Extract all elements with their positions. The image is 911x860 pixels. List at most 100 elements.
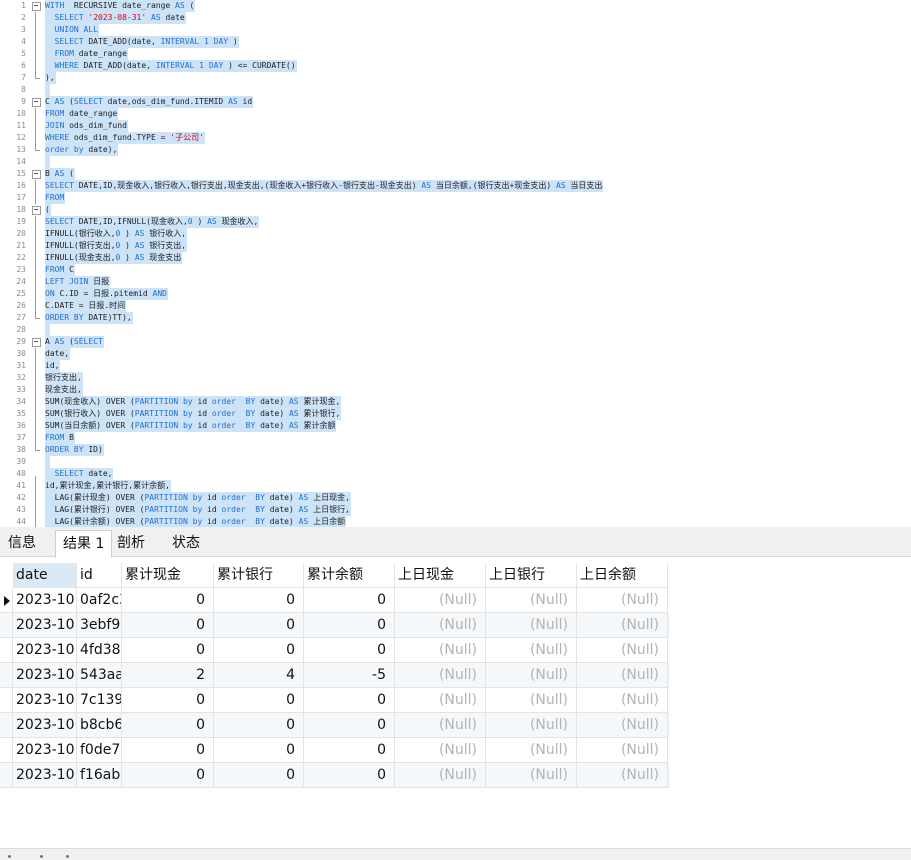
table-cell[interactable]: 0af2c3 xyxy=(77,588,122,613)
table-cell[interactable]: 2023-10 xyxy=(13,663,77,688)
code-line[interactable]: 19 SELECT DATE,ID,IFNULL(现金收入,0 ) AS 现金收入… xyxy=(0,216,911,228)
fold-toggle-icon[interactable] xyxy=(30,96,41,108)
table-row[interactable]: 2023-10 7c139 0 0 0 (Null) (Null) (Null) xyxy=(0,688,670,713)
table-cell[interactable]: 2023-10 xyxy=(13,638,77,663)
table-cell[interactable]: 0 xyxy=(122,688,214,713)
table-cell[interactable]: 0 xyxy=(214,713,304,738)
code-line[interactable]: 13 order by date), xyxy=(0,144,911,156)
table-cell[interactable]: (Null) xyxy=(395,663,486,688)
sql-editor[interactable]: 1 WITH RECURSIVE date_range AS (2 SELECT … xyxy=(0,0,911,527)
code-line[interactable]: 2 SELECT '2023-08-31' AS date xyxy=(0,12,911,24)
code-line[interactable]: 17 FROM xyxy=(0,192,911,204)
code-line[interactable]: 42 LAG(累计现金) OVER (PARTITION by id order… xyxy=(0,492,911,504)
column-header[interactable]: 累计余额 xyxy=(304,563,395,588)
table-cell[interactable]: 2 xyxy=(122,663,214,688)
table-cell[interactable]: 543aa xyxy=(77,663,122,688)
table-cell[interactable]: (Null) xyxy=(486,613,577,638)
table-row[interactable]: 2023-10 b8cb6 0 0 0 (Null) (Null) (Null) xyxy=(0,713,670,738)
code-line[interactable]: 29 A AS (SELECT xyxy=(0,336,911,348)
column-header[interactable]: 累计现金 xyxy=(122,563,214,588)
code-line[interactable]: 22 IFNULL(现金支出,0 ) AS 现金支出 xyxy=(0,252,911,264)
column-header[interactable]: 上日现金 xyxy=(395,563,486,588)
code-line[interactable]: 35 SUM(银行收入) OVER (PARTITION by id order … xyxy=(0,408,911,420)
code-line[interactable]: 5 FROM date_range xyxy=(0,48,911,60)
table-cell[interactable]: (Null) xyxy=(486,763,577,788)
table-cell[interactable]: (Null) xyxy=(486,688,577,713)
table-cell[interactable]: (Null) xyxy=(486,638,577,663)
code-line[interactable]: 34 SUM(现金收入) OVER (PARTITION by id order … xyxy=(0,396,911,408)
table-cell[interactable]: 2023-10 xyxy=(13,713,77,738)
table-cell[interactable]: 0 xyxy=(122,588,214,613)
table-row[interactable]: 2023-100af2c3000(Null)(Null)(Null) xyxy=(0,588,670,613)
table-cell[interactable]: 0 xyxy=(122,713,214,738)
code-line[interactable]: 23 FROM C xyxy=(0,264,911,276)
code-line[interactable]: 43 LAG(累计银行) OVER (PARTITION by id order… xyxy=(0,504,911,516)
code-line[interactable]: 25 ON C.ID = 日报.pitemid AND xyxy=(0,288,911,300)
code-line[interactable]: 3 UNION ALL xyxy=(0,24,911,36)
table-cell[interactable]: b8cb6 xyxy=(77,713,122,738)
row-selector[interactable] xyxy=(0,613,13,638)
table-cell[interactable]: (Null) xyxy=(395,613,486,638)
table-cell[interactable]: (Null) xyxy=(577,763,668,788)
table-cell[interactable]: 0 xyxy=(122,763,214,788)
table-cell[interactable]: 0 xyxy=(304,638,395,663)
table-cell[interactable]: 0 xyxy=(214,738,304,763)
tab-status[interactable]: 状态 xyxy=(165,530,207,557)
code-line[interactable]: 28 xyxy=(0,324,911,336)
code-line[interactable]: 39 xyxy=(0,456,911,468)
table-row[interactable]: 2023-10 3ebf9 0 0 0 (Null) (Null) (Null) xyxy=(0,613,670,638)
table-cell[interactable]: (Null) xyxy=(395,763,486,788)
row-selector[interactable] xyxy=(0,663,13,688)
code-line[interactable]: 15 B AS ( xyxy=(0,168,911,180)
code-line[interactable]: 1 WITH RECURSIVE date_range AS ( xyxy=(0,0,911,12)
column-header[interactable]: 上日余额 xyxy=(577,563,668,588)
fold-toggle-icon[interactable] xyxy=(30,0,41,12)
table-cell[interactable]: (Null) xyxy=(577,688,668,713)
table-cell[interactable]: f16ab xyxy=(77,763,122,788)
table-cell[interactable]: (Null) xyxy=(395,688,486,713)
table-cell[interactable]: (Null) xyxy=(395,713,486,738)
table-cell[interactable]: 2023-10 xyxy=(13,588,77,613)
code-line[interactable]: 9 C AS (SELECT date,ods_dim_fund.ITEMID A… xyxy=(0,96,911,108)
table-cell[interactable]: 0 xyxy=(304,688,395,713)
row-selector[interactable] xyxy=(0,638,13,663)
row-selector[interactable] xyxy=(0,688,13,713)
table-cell[interactable]: 2023-10 xyxy=(13,613,77,638)
code-line[interactable]: 14 xyxy=(0,156,911,168)
fold-toggle-icon[interactable] xyxy=(30,168,41,180)
table-cell[interactable]: 0 xyxy=(304,613,395,638)
code-line[interactable]: 38 ORDER BY ID) xyxy=(0,444,911,456)
table-row[interactable]: 2023-10 4fd38 0 0 0 (Null) (Null) (Null) xyxy=(0,638,670,663)
code-line[interactable]: 32 银行支出, xyxy=(0,372,911,384)
table-cell[interactable]: 0 xyxy=(214,613,304,638)
table-cell[interactable]: (Null) xyxy=(577,638,668,663)
code-line[interactable]: 41 id,累计现金,累计银行,累计余额, xyxy=(0,480,911,492)
table-cell[interactable]: 2023-10 xyxy=(13,763,77,788)
code-line[interactable]: 12 WHERE ods_dim_fund.TYPE = '子公司' xyxy=(0,132,911,144)
table-cell[interactable]: (Null) xyxy=(577,663,668,688)
table-cell[interactable]: (Null) xyxy=(486,588,577,613)
table-cell[interactable]: 0 xyxy=(304,738,395,763)
code-line[interactable]: 8 xyxy=(0,84,911,96)
row-selector[interactable] xyxy=(0,713,13,738)
code-line[interactable]: 11 JOIN ods_dim_fund xyxy=(0,120,911,132)
result-grid[interactable]: date id 累计现金 累计银行 累计余额 上日现金 上日银行 上日余额 2023-10 0af… xyxy=(0,558,911,848)
column-header[interactable]: 累计银行 xyxy=(214,563,304,588)
table-cell[interactable]: -5 xyxy=(304,663,395,688)
code-line[interactable]: 24 LEFT JOIN 日报 xyxy=(0,276,911,288)
code-line[interactable]: 21 IFNULL(银行支出,0 ) AS 银行支出, xyxy=(0,240,911,252)
row-selector[interactable] xyxy=(0,588,13,613)
table-cell[interactable]: (Null) xyxy=(395,638,486,663)
table-cell[interactable]: 0 xyxy=(304,588,395,613)
table-cell[interactable]: 0 xyxy=(214,638,304,663)
code-line[interactable]: 30 date, xyxy=(0,348,911,360)
code-line[interactable]: 10 FROM date_range xyxy=(0,108,911,120)
table-cell[interactable]: (Null) xyxy=(577,588,668,613)
code-line[interactable]: 20 IFNULL(银行收入,0 ) AS 银行收入, xyxy=(0,228,911,240)
table-cell[interactable]: (Null) xyxy=(395,588,486,613)
table-cell[interactable]: 4 xyxy=(214,663,304,688)
row-selector[interactable] xyxy=(0,763,13,788)
code-line[interactable]: 37 FROM B xyxy=(0,432,911,444)
table-row[interactable]: 2023-10 543aa 2 4 -5 (Null) (Null) (Null) xyxy=(0,663,670,688)
fold-toggle-icon[interactable] xyxy=(30,336,41,348)
